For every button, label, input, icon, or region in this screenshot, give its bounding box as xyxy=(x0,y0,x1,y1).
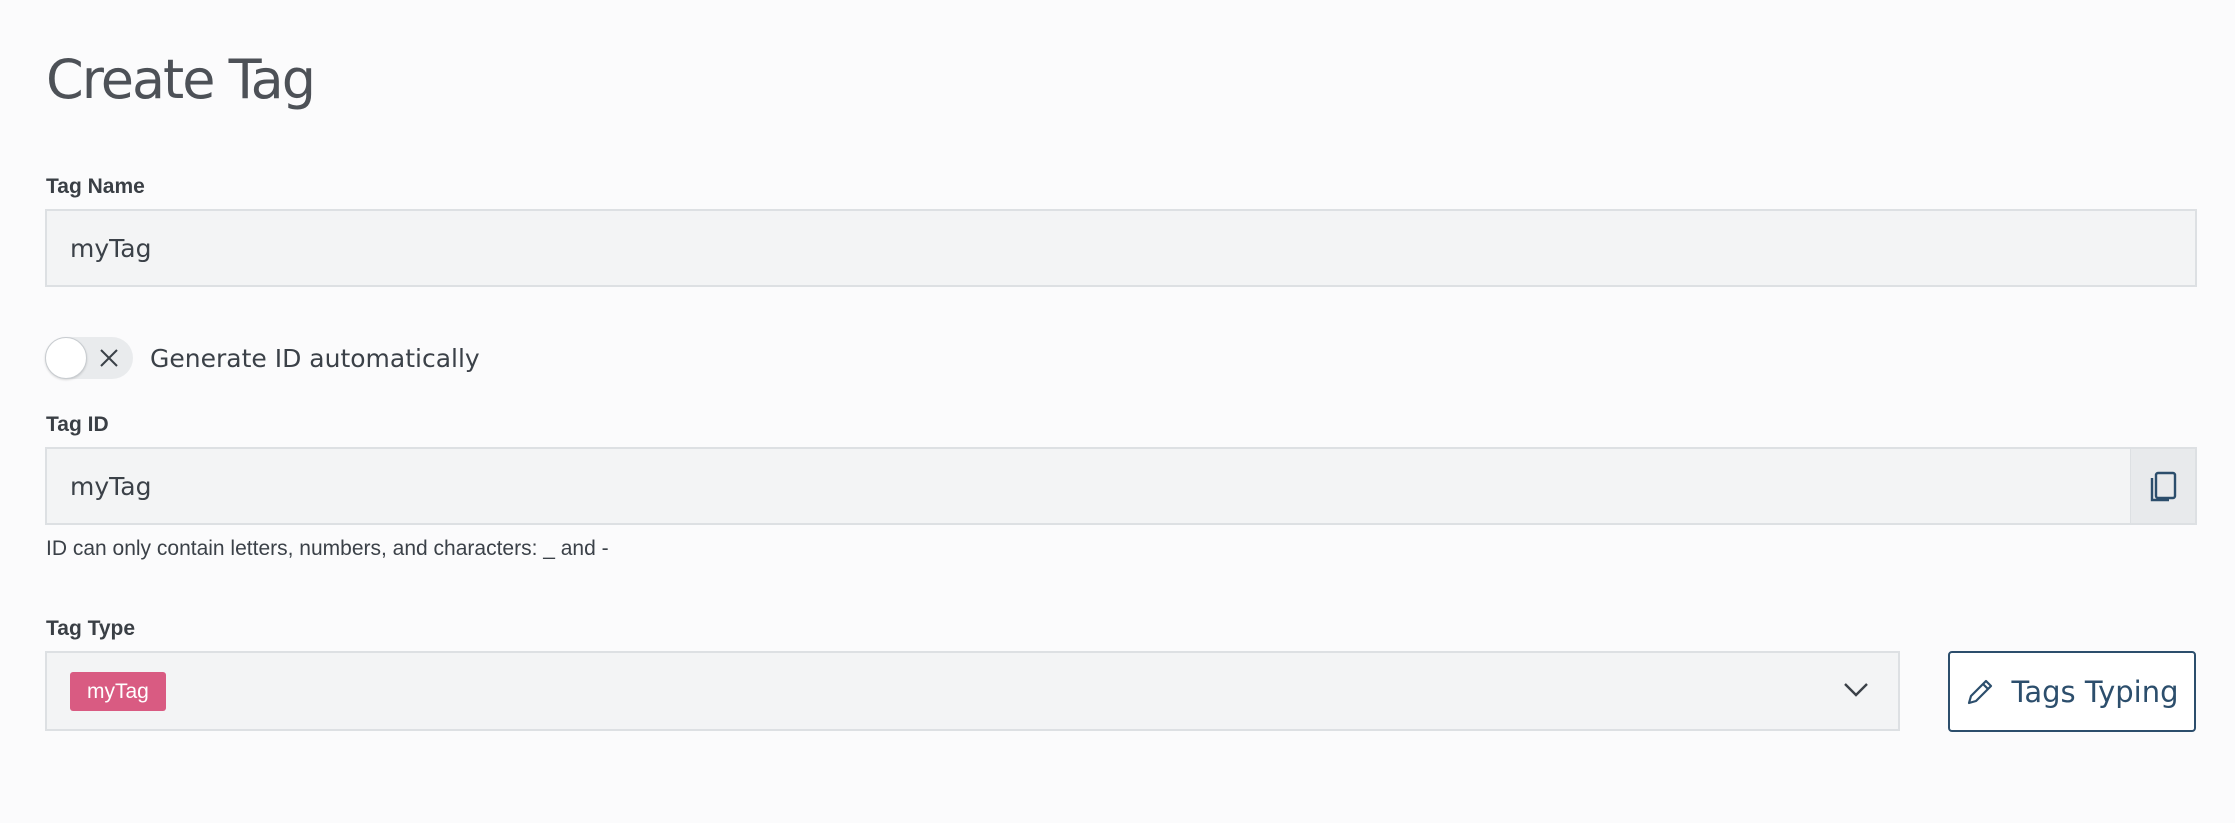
tag-name-label: Tag Name xyxy=(46,175,145,198)
auto-id-toggle-row: Generate ID automatically xyxy=(45,337,480,379)
close-icon xyxy=(100,349,118,367)
tag-id-value[interactable]: myTag xyxy=(47,472,2130,501)
toggle-knob xyxy=(45,337,87,379)
tag-name-value[interactable]: myTag xyxy=(47,234,2195,263)
create-tag-page: Create Tag Tag Name myTag Generate ID au… xyxy=(0,0,2235,823)
tag-type-select[interactable]: myTag xyxy=(45,651,1900,731)
copy-button[interactable] xyxy=(2130,449,2195,523)
tag-name-field[interactable]: myTag xyxy=(45,209,2197,287)
tag-type-label: Tag Type xyxy=(46,617,136,640)
tags-typing-label: Tags Typing xyxy=(2011,674,2179,709)
tag-id-help-text: ID can only contain letters, numbers, an… xyxy=(46,537,609,560)
auto-id-toggle[interactable] xyxy=(45,337,133,379)
chevron-down-icon[interactable] xyxy=(1842,680,1870,700)
tag-type-chip: myTag xyxy=(70,671,166,711)
tag-id-field[interactable]: myTag xyxy=(45,447,2197,525)
auto-id-label: Generate ID automatically xyxy=(150,343,480,373)
page-title: Create Tag xyxy=(46,48,316,111)
copy-icon xyxy=(2150,471,2177,502)
tag-id-label: Tag ID xyxy=(46,413,109,436)
tags-typing-button[interactable]: Tags Typing xyxy=(1948,651,2196,732)
pencil-icon xyxy=(1968,679,1993,704)
